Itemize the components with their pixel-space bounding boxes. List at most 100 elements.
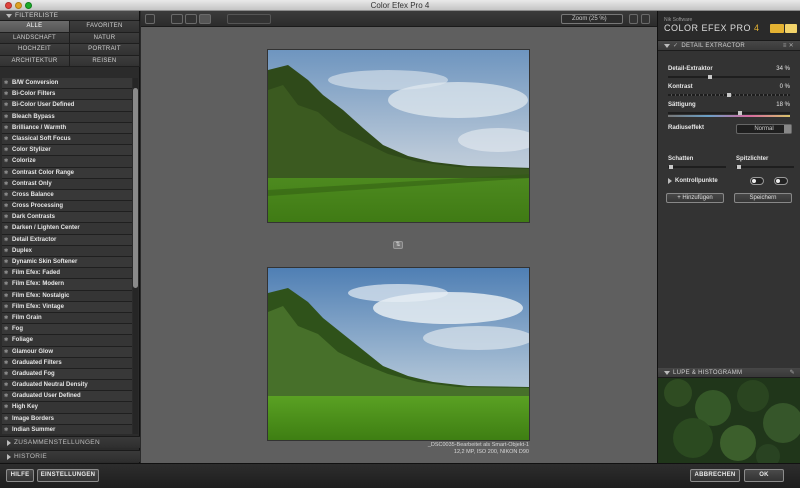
filter-list-item[interactable]: Colorize (2, 156, 132, 168)
background-black-icon[interactable] (641, 14, 650, 24)
image-metadata: 12,2 MP, ISO 200, NIKON D90 (453, 449, 529, 455)
filter-list-item[interactable]: Foliage (2, 335, 132, 347)
shadows-slider-track[interactable] (668, 166, 726, 168)
category-tab-travel[interactable]: REISEN (70, 55, 140, 67)
swap-images-icon[interactable]: ⇅ (393, 241, 403, 249)
filter-list-item-label: Contrast Color Range (12, 169, 75, 176)
slider-detail-extractor[interactable]: Detail-Extraktor 34 % (668, 66, 794, 79)
brand-header: Nik Software COLOR EFEX PRO 4 (658, 11, 800, 41)
cancel-button[interactable]: ABBRECHEN (690, 469, 740, 482)
split-view-icon[interactable] (185, 14, 197, 24)
slider-contrast[interactable]: Kontrast 0 % (668, 84, 794, 97)
filter-list-item[interactable]: Contrast Color Range (2, 167, 132, 179)
loupe-preview (658, 378, 800, 463)
filter-list-item[interactable]: Cross Balance (2, 189, 132, 202)
filter-list-item[interactable]: Graduated Neutral Density (2, 380, 132, 392)
loupe-pin-icon[interactable]: ✎ (790, 368, 795, 378)
filter-list-item-label: Cross Balance (12, 191, 54, 198)
filter-list-item[interactable]: Bi-Color Filters (2, 89, 132, 101)
slider-saturation[interactable]: Sättigung 18 % (668, 102, 794, 117)
filter-list-item[interactable]: Fog (2, 324, 132, 336)
filter-list-item[interactable]: Indian Summer (2, 424, 132, 434)
slider-track[interactable] (668, 76, 790, 78)
filter-list-item-label: Image Borders (12, 415, 55, 422)
filter-delete-icon[interactable]: ≡ ✕ (783, 41, 794, 51)
radius-effect-select[interactable]: Normal (736, 124, 792, 134)
filter-list-item-label: Graduated Neutral Density (12, 382, 88, 389)
filter-list: B/W Conversion Bi-Color Filters Bi-Color U… (2, 78, 132, 434)
view-options-dropdown[interactable] (227, 14, 271, 24)
filter-list-item[interactable]: Film Grain (2, 312, 132, 325)
highlights-slider-knob[interactable] (737, 165, 741, 169)
collapse-triangle-icon[interactable] (664, 43, 670, 48)
slider-knob[interactable] (737, 111, 742, 115)
filterlist-header[interactable]: FILTERLISTE (0, 11, 139, 21)
settings-button[interactable]: EINSTELLUNGEN (37, 469, 99, 482)
filter-list-item[interactable]: Film Efex: Vintage (2, 301, 132, 313)
filter-enabled-check-icon[interactable]: ✓ (673, 41, 678, 51)
save-recipe-button[interactable]: Speichern (734, 193, 792, 203)
filter-list-item[interactable]: Graduated Filters (2, 357, 132, 369)
filter-list-item-label: B/W Conversion (12, 80, 59, 86)
filter-list-item[interactable]: Darken / Lighten Center (2, 223, 132, 235)
category-tab-architecture[interactable]: ARCHITEKTUR (0, 55, 70, 67)
filter-list-scrollbar[interactable] (133, 78, 138, 434)
filter-list-item[interactable]: Brilliance / Warmth (2, 122, 132, 134)
add-control-point-icon[interactable] (750, 177, 764, 185)
filter-list-item[interactable]: Graduated Fog (2, 368, 132, 381)
filter-list-item-label: Cross Processing (12, 203, 64, 210)
single-view-icon[interactable] (171, 14, 183, 24)
filter-list-item[interactable]: Graduated User Defined (2, 391, 132, 403)
category-tab-portrait[interactable]: PORTRAIT (70, 44, 140, 56)
category-tab-favorites[interactable]: FAVORITEN (70, 21, 140, 33)
filter-list-item[interactable]: Duplex (2, 245, 132, 257)
history-section[interactable]: HISTORIE (0, 450, 140, 462)
control-points-row[interactable]: Kontrollpunkte (668, 178, 718, 184)
highlights-slider-track[interactable] (736, 166, 794, 168)
bottom-bar: HILFE EINSTELLUNGEN ABBRECHEN OK (0, 463, 800, 488)
filter-list-item-label: Color Stylizer (12, 147, 51, 154)
filter-list-item[interactable]: Image Borders (2, 413, 132, 425)
filter-list-item[interactable]: Dynamic Skin Softener (2, 257, 132, 269)
shadows-label: Schatten (668, 156, 694, 162)
shadows-slider-knob[interactable] (669, 165, 673, 169)
filter-list-item[interactable]: Film Efex: Modern (2, 279, 132, 291)
help-button[interactable]: HILFE (6, 469, 34, 482)
filter-list-item-label: High Key (12, 404, 39, 411)
zoom-dropdown[interactable]: Zoom (25 %) (561, 14, 623, 24)
filter-control-header: ✓ DETAIL EXTRACTOR ≡ ✕ (658, 41, 800, 51)
loupe-header[interactable]: LUPE & HISTOGRAMM ✎ (658, 368, 800, 378)
filter-list-item[interactable]: Bleach Bypass (2, 111, 132, 123)
filter-list-item[interactable]: Cross Processing (2, 201, 132, 213)
filter-list-item[interactable]: Dark Contrasts (2, 212, 132, 224)
filter-list-item[interactable]: B/W Conversion (2, 78, 132, 90)
filter-list-item[interactable]: Film Efex: Faded (2, 268, 132, 280)
background-white-icon[interactable] (629, 14, 638, 24)
landscape-photo-original (268, 50, 529, 222)
category-tab-landscape[interactable]: LANDSCHAFT (0, 32, 70, 44)
filter-list-item[interactable]: Bi-Color User Defined (2, 100, 132, 112)
filter-list-item[interactable]: Color Stylizer (2, 145, 132, 157)
category-tab-nature[interactable]: NATUR (70, 32, 140, 44)
browser-toggle-icon[interactable] (145, 14, 155, 24)
filter-list-item[interactable]: Film Efex: Nostalgic (2, 290, 132, 302)
image-filename: _DSC0035-Bearbeitet als Smart-Objekt-1 (427, 442, 529, 448)
filter-list-item[interactable]: Glamour Glow (2, 346, 132, 358)
recipes-section[interactable]: ZUSAMMENSTELLUNGEN (0, 436, 140, 448)
collapse-triangle-icon (664, 370, 670, 375)
scrollbar-thumb[interactable] (133, 88, 138, 288)
ok-button[interactable]: OK (744, 469, 784, 482)
side-by-side-view-icon[interactable] (199, 14, 211, 24)
slider-track[interactable] (668, 112, 790, 114)
category-tab-all[interactable]: ALLE (0, 21, 70, 33)
category-tab-wedding[interactable]: HOCHZEIT (0, 44, 70, 56)
slider-value: 18 % (776, 102, 790, 108)
filter-list-item[interactable]: Classical Soft Focus (2, 133, 132, 146)
add-filter-button[interactable]: + Hinzufügen (666, 193, 724, 203)
filter-list-item[interactable]: High Key (2, 402, 132, 414)
slider-knob[interactable] (708, 75, 713, 79)
filter-list-item[interactable]: Detail Extractor (2, 234, 132, 246)
slider-knob[interactable] (727, 93, 731, 97)
filter-list-item[interactable]: Contrast Only (2, 178, 132, 190)
remove-control-point-icon[interactable] (774, 177, 788, 185)
